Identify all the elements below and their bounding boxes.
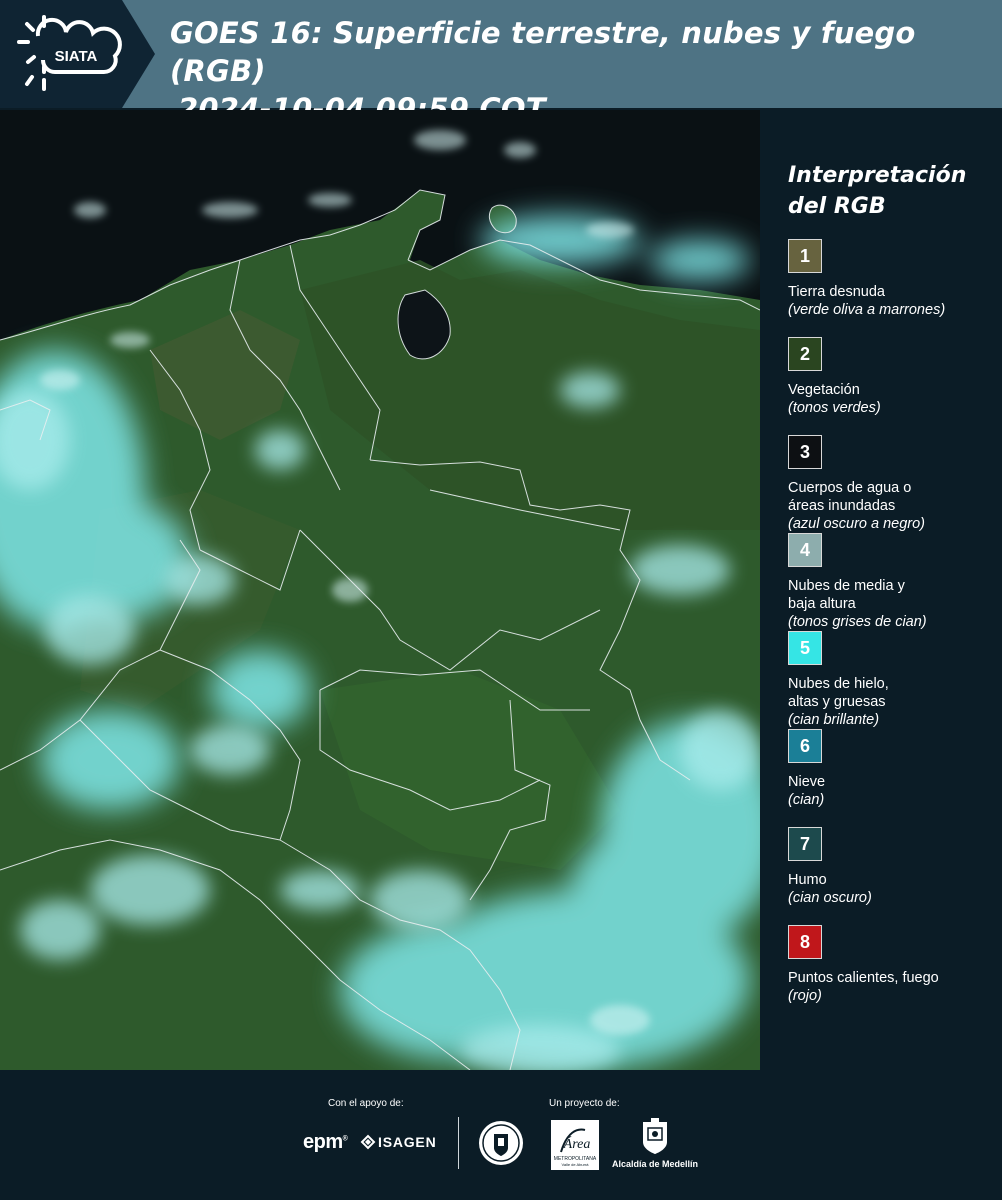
legend-description: (verde oliva a marrones) <box>788 302 946 318</box>
legend-description: (tonos grises de cian) <box>788 614 927 630</box>
legend-swatch: 8 <box>788 925 822 959</box>
siata-logo-text: SIATA <box>55 48 98 65</box>
legend-description: (tonos verdes) <box>788 400 881 416</box>
legend-label: Nubes de hielo, <box>788 676 889 692</box>
legend-description: (cian brillante) <box>788 712 880 728</box>
legend-label: Nieve <box>788 774 826 790</box>
legend-swatch: 5 <box>788 631 822 665</box>
legend-description: (cian) <box>788 792 825 808</box>
university-seal-icon <box>479 1121 523 1165</box>
epm-logo: epm® <box>303 1131 348 1153</box>
footer-divider <box>458 1117 459 1169</box>
legend-swatch: 2 <box>788 337 822 371</box>
legend-swatch: 6 <box>788 729 822 763</box>
legend-text: Nubes de media y baja altura (tonos grises… <box>788 577 927 631</box>
legend-heading: Interpretación del RGB <box>788 163 967 219</box>
isagen-logo: ISAGEN <box>378 1134 437 1150</box>
legend-text: Nieve (cian) <box>788 773 825 809</box>
svg-text:Área: Área <box>563 1135 591 1152</box>
legend-label: Vegetación <box>788 382 860 398</box>
legend-swatch: 1 <box>788 239 822 273</box>
footer: Con el apoyo de: Un proyecto de: epm® IS… <box>0 1070 1002 1200</box>
svg-text:Valle de Aburrá: Valle de Aburrá <box>561 1162 589 1167</box>
legend-swatch: 7 <box>788 827 822 861</box>
legend-text: Humo (cian oscuro) <box>788 871 872 907</box>
legend-panel: Interpretación del RGB 1 Tierra desnuda (v… <box>788 160 993 1023</box>
legend-swatch: 3 <box>788 435 822 469</box>
legend-label: Puntos calientes, fuego <box>788 970 939 986</box>
legend-text: Nubes de hielo, altas y gruesas (cian bril… <box>788 675 889 729</box>
legend-text: Vegetación (tonos verdes) <box>788 381 881 417</box>
header-bar: SIATA GOES 16: Superficie terrestre, nub… <box>0 0 1002 126</box>
legend-text: Cuerpos de agua o áreas inundadas (azul os… <box>788 479 925 533</box>
legend-item: 5 Nubes de hielo, altas y gruesas (cian bri… <box>788 631 993 729</box>
legend-description: (rojo) <box>788 988 822 1004</box>
isagen-mark-icon <box>360 1134 376 1150</box>
legend-list: 1 Tierra desnuda (verde oliva a marrones) 2… <box>788 239 993 1023</box>
alcaldia-medellin-label: Alcaldía de Medellín <box>612 1159 699 1169</box>
legend-item: 6 Nieve (cian) <box>788 729 993 827</box>
legend-swatch: 4 <box>788 533 822 567</box>
legend-item: 1 Tierra desnuda (verde oliva a marrones) <box>788 239 993 337</box>
legend-label: áreas inundadas <box>788 498 896 514</box>
legend-item: 2 Vegetación (tonos verdes) <box>788 337 993 435</box>
legend-text: Tierra desnuda (verde oliva a marrones) <box>788 283 945 319</box>
page: SIATA GOES 16: Superficie terrestre, nub… <box>0 0 1002 1200</box>
support-label: Con el apoyo de: <box>328 1098 404 1109</box>
title-line-1: GOES 16: Superficie terrestre, nubes y f… <box>170 16 916 88</box>
legend-label: Tierra desnuda <box>788 284 885 300</box>
legend-item: 4 Nubes de media y baja altura (tonos grise… <box>788 533 993 631</box>
satellite-image <box>0 110 760 1070</box>
legend-label: Cuerpos de agua o <box>788 480 912 496</box>
project-label: Un proyecto de: <box>549 1098 620 1109</box>
legend-label: Nubes de media y <box>788 578 905 594</box>
legend-label: baja altura <box>788 596 856 612</box>
legend-text: Puntos calientes, fuego (rojo) <box>788 969 939 1005</box>
legend-item: 7 Humo (cian oscuro) <box>788 827 993 925</box>
legend-label: altas y gruesas <box>788 694 886 710</box>
siata-logo: SIATA <box>0 0 155 108</box>
legend-label: Humo <box>788 872 827 888</box>
area-metropolitana-logo: Área METROPOLITANA Valle de Aburrá <box>551 1120 599 1170</box>
medellin-crest-icon <box>643 1118 667 1154</box>
legend-item: 3 Cuerpos de agua o áreas inundadas (azul o… <box>788 435 993 533</box>
legend-item: 8 Puntos calientes, fuego (rojo) <box>788 925 993 1023</box>
legend-description: (azul oscuro a negro) <box>788 516 926 532</box>
legend-description: (cian oscuro) <box>788 890 872 906</box>
